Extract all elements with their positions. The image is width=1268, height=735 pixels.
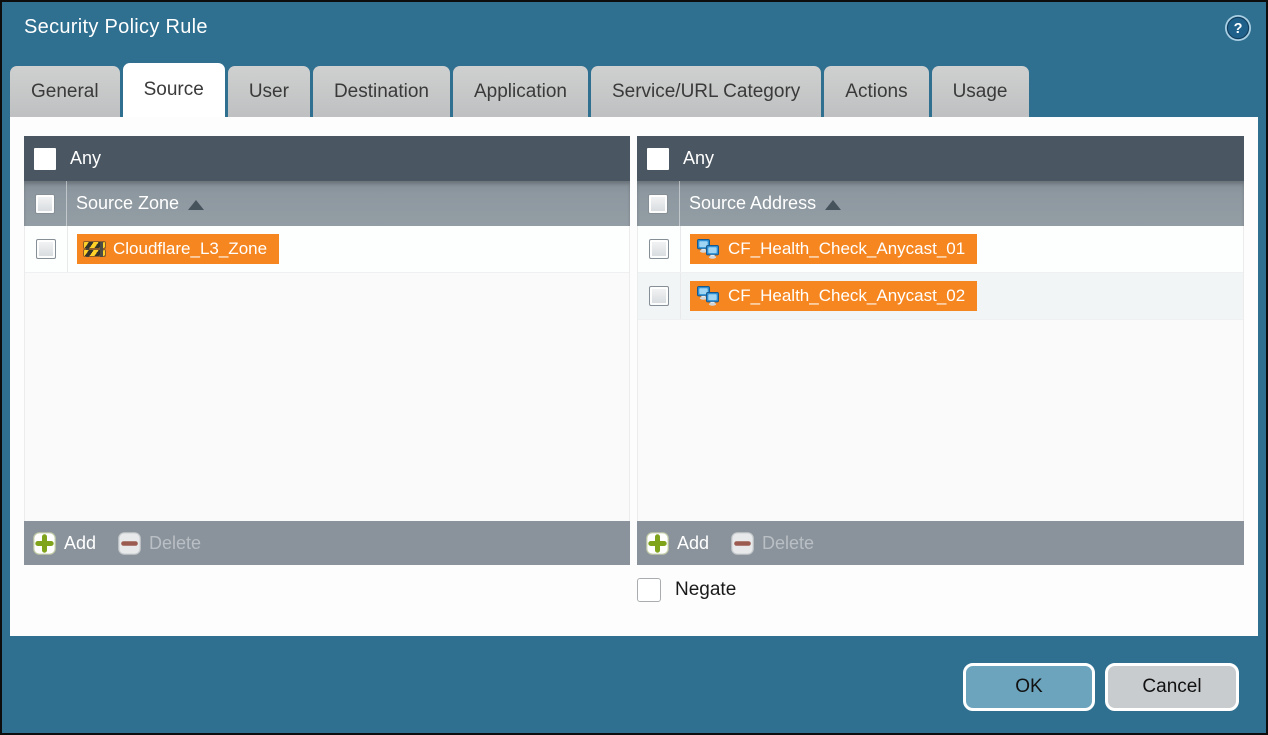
source-zone-column-label: Source Zone (76, 193, 179, 214)
source-zone-toolbar: Add Delete (24, 521, 630, 565)
zone-chip-label: Cloudflare_L3_Zone (113, 239, 267, 259)
source-zone-delete-button[interactable]: Delete (118, 532, 201, 555)
source-address-column-label: Source Address (689, 193, 816, 214)
negate-label: Negate (675, 579, 736, 601)
plus-icon (646, 532, 669, 555)
sort-ascending-icon (188, 200, 204, 210)
tab-source[interactable]: Source (123, 63, 225, 117)
zone-barricade-icon (84, 241, 105, 257)
source-address-column-header[interactable]: Source Address (637, 181, 1244, 226)
source-zone-any-checkbox[interactable] (34, 148, 56, 170)
cancel-button[interactable]: Cancel (1105, 663, 1239, 711)
address-chip-label: CF_Health_Check_Anycast_01 (728, 239, 965, 259)
source-address-delete-button[interactable]: Delete (731, 532, 814, 555)
source-address-row-checkbox[interactable] (649, 286, 669, 306)
source-address-panel: Any Source Address (637, 136, 1244, 565)
add-label: Add (64, 533, 96, 554)
source-address-select-all-checkbox[interactable] (648, 194, 668, 214)
source-zone-any-bar: Any (24, 136, 630, 181)
source-zone-add-button[interactable]: Add (33, 532, 96, 555)
minus-icon (731, 532, 754, 555)
ok-button[interactable]: OK (963, 663, 1095, 711)
negate-checkbox[interactable] (637, 578, 661, 602)
svg-text:?: ? (1234, 21, 1243, 37)
source-zone-panel: Any Source Zone (24, 136, 630, 565)
tab-bar: General Source User Destination Applicat… (10, 66, 1032, 117)
tab-general[interactable]: General (10, 66, 120, 117)
tab-application[interactable]: Application (453, 66, 588, 117)
source-address-toolbar: Add Delete (637, 521, 1244, 565)
security-policy-rule-dialog: Security Policy Rule ? General Source Us… (2, 2, 1266, 733)
delete-label: Delete (762, 533, 814, 554)
source-zone-any-label: Any (70, 148, 101, 169)
source-zone-list: Cloudflare_L3_Zone (24, 226, 630, 521)
sort-ascending-icon (825, 200, 841, 210)
dialog-title: Security Policy Rule (24, 16, 208, 39)
source-address-row-checkbox[interactable] (649, 239, 669, 259)
address-chip[interactable]: CF_Health_Check_Anycast_01 (690, 234, 977, 264)
address-chip[interactable]: CF_Health_Check_Anycast_02 (690, 281, 977, 311)
source-zone-row-checkbox[interactable] (36, 239, 56, 259)
tab-actions[interactable]: Actions (824, 66, 928, 117)
tab-service-url-category[interactable]: Service/URL Category (591, 66, 821, 117)
minus-icon (118, 532, 141, 555)
add-label: Add (677, 533, 709, 554)
source-zone-row[interactable]: Cloudflare_L3_Zone (25, 226, 629, 273)
help-button[interactable]: ? (1224, 14, 1252, 42)
source-address-add-button[interactable]: Add (646, 532, 709, 555)
source-address-row[interactable]: CF_Health_Check_Anycast_02 (638, 273, 1243, 320)
help-icon: ? (1224, 14, 1252, 42)
source-zone-select-all-checkbox[interactable] (35, 194, 55, 214)
address-chip-label: CF_Health_Check_Anycast_02 (728, 286, 965, 306)
source-address-any-bar: Any (637, 136, 1244, 181)
address-computers-icon (697, 239, 720, 259)
source-address-row[interactable]: CF_Health_Check_Anycast_01 (638, 226, 1243, 273)
source-address-list: CF_Health_Check_Anycast_01 CF_Health_Che… (637, 226, 1244, 521)
plus-icon (33, 532, 56, 555)
tab-destination[interactable]: Destination (313, 66, 450, 117)
address-computers-icon (697, 286, 720, 306)
source-tab-content: Any Source Zone (10, 117, 1258, 636)
source-address-any-label: Any (683, 148, 714, 169)
delete-label: Delete (149, 533, 201, 554)
zone-chip[interactable]: Cloudflare_L3_Zone (77, 234, 279, 264)
source-zone-column-header[interactable]: Source Zone (24, 181, 630, 226)
tab-user[interactable]: User (228, 66, 310, 117)
negate-row: Negate (637, 578, 736, 602)
source-address-any-checkbox[interactable] (647, 148, 669, 170)
tab-usage[interactable]: Usage (932, 66, 1029, 117)
